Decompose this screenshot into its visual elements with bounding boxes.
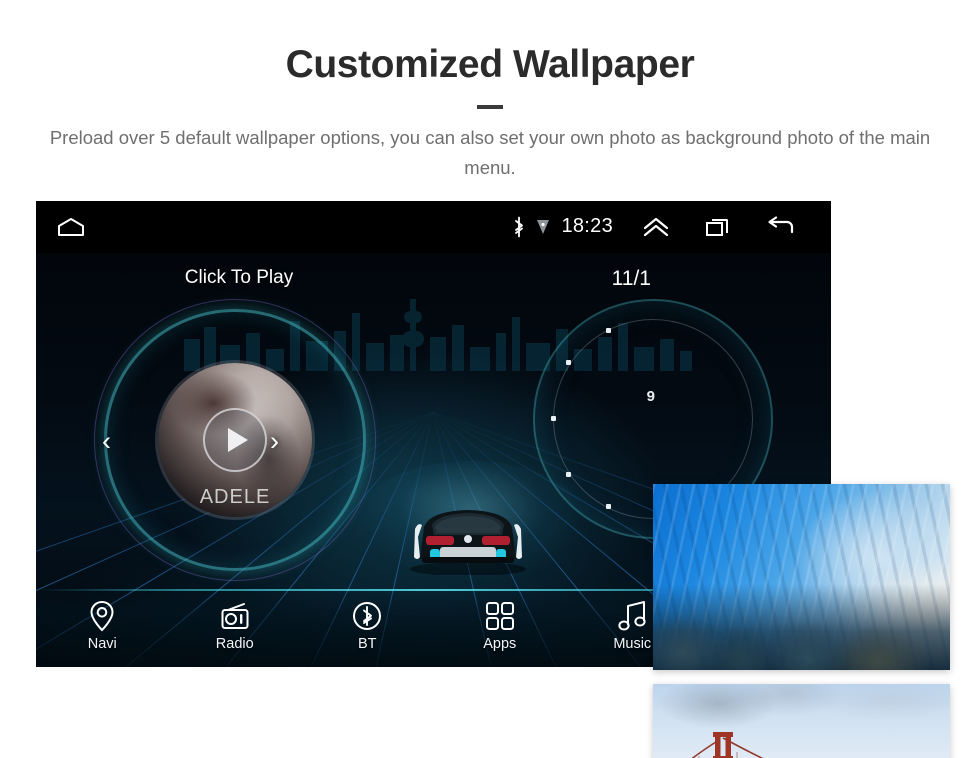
gauge-tick bbox=[606, 503, 611, 509]
gauge-tick bbox=[606, 327, 611, 333]
album-title: ADELE bbox=[199, 485, 271, 508]
dock-label: BT bbox=[357, 635, 377, 652]
dock-item-bt[interactable]: BT bbox=[301, 589, 434, 652]
click-to-play-label[interactable]: Click To Play bbox=[134, 267, 344, 289]
status-bar-right: 18:23 bbox=[511, 215, 831, 239]
ice-cave-rocks bbox=[653, 584, 950, 670]
ice-cave-wallpaper[interactable] bbox=[653, 483, 950, 670]
status-bar-clock: 18:23 bbox=[561, 215, 613, 238]
dock-item-radio[interactable]: Radio bbox=[169, 589, 302, 652]
status-bar: 18:23 bbox=[36, 200, 831, 253]
music-note-icon bbox=[617, 599, 647, 633]
chevron-right-icon[interactable]: › bbox=[270, 427, 279, 455]
location-pin-icon bbox=[89, 599, 115, 633]
dock-item-navi[interactable]: Navi bbox=[36, 589, 169, 652]
bluetooth-icon bbox=[352, 599, 382, 633]
device-showcase: 18:23 Click To Play ADELE ‹ › 11/1 9 Nav… bbox=[0, 199, 980, 758]
dock-label: Radio bbox=[215, 635, 254, 652]
car-graphic bbox=[410, 509, 526, 575]
recent-apps-icon[interactable] bbox=[687, 215, 749, 239]
dock-label: Music bbox=[613, 635, 652, 652]
gauge-tick bbox=[551, 415, 556, 421]
golden-gate-bridge-wallpaper[interactable] bbox=[653, 683, 950, 758]
chevron-left-icon[interactable]: ‹ bbox=[102, 427, 111, 455]
status-bar-left bbox=[36, 216, 86, 238]
date-label: 11/1 bbox=[611, 266, 651, 290]
back-arrow-icon[interactable] bbox=[749, 215, 811, 239]
gauge-tick bbox=[566, 359, 571, 365]
apps-grid-icon bbox=[485, 599, 515, 633]
chevron-double-up-icon[interactable] bbox=[625, 215, 687, 239]
bridge-structure bbox=[691, 731, 764, 758]
dock-label: Apps bbox=[483, 635, 517, 652]
page-header: Customized Wallpaper Preload over 5 defa… bbox=[0, 0, 980, 183]
title-divider bbox=[477, 104, 503, 109]
radio-icon bbox=[219, 599, 251, 633]
page-subtitle: Preload over 5 default wallpaper options… bbox=[49, 126, 931, 178]
play-icon[interactable] bbox=[203, 407, 267, 472]
play-triangle bbox=[228, 427, 248, 452]
dock-label: Navi bbox=[87, 635, 117, 652]
gps-icon bbox=[535, 218, 551, 236]
home-icon[interactable] bbox=[56, 216, 86, 238]
gauge-value: 9 bbox=[646, 387, 655, 405]
bluetooth-icon bbox=[511, 216, 527, 238]
gauge-tick bbox=[566, 471, 571, 477]
page-title: Customized Wallpaper bbox=[285, 43, 695, 86]
dock-item-apps[interactable]: Apps bbox=[434, 589, 567, 652]
